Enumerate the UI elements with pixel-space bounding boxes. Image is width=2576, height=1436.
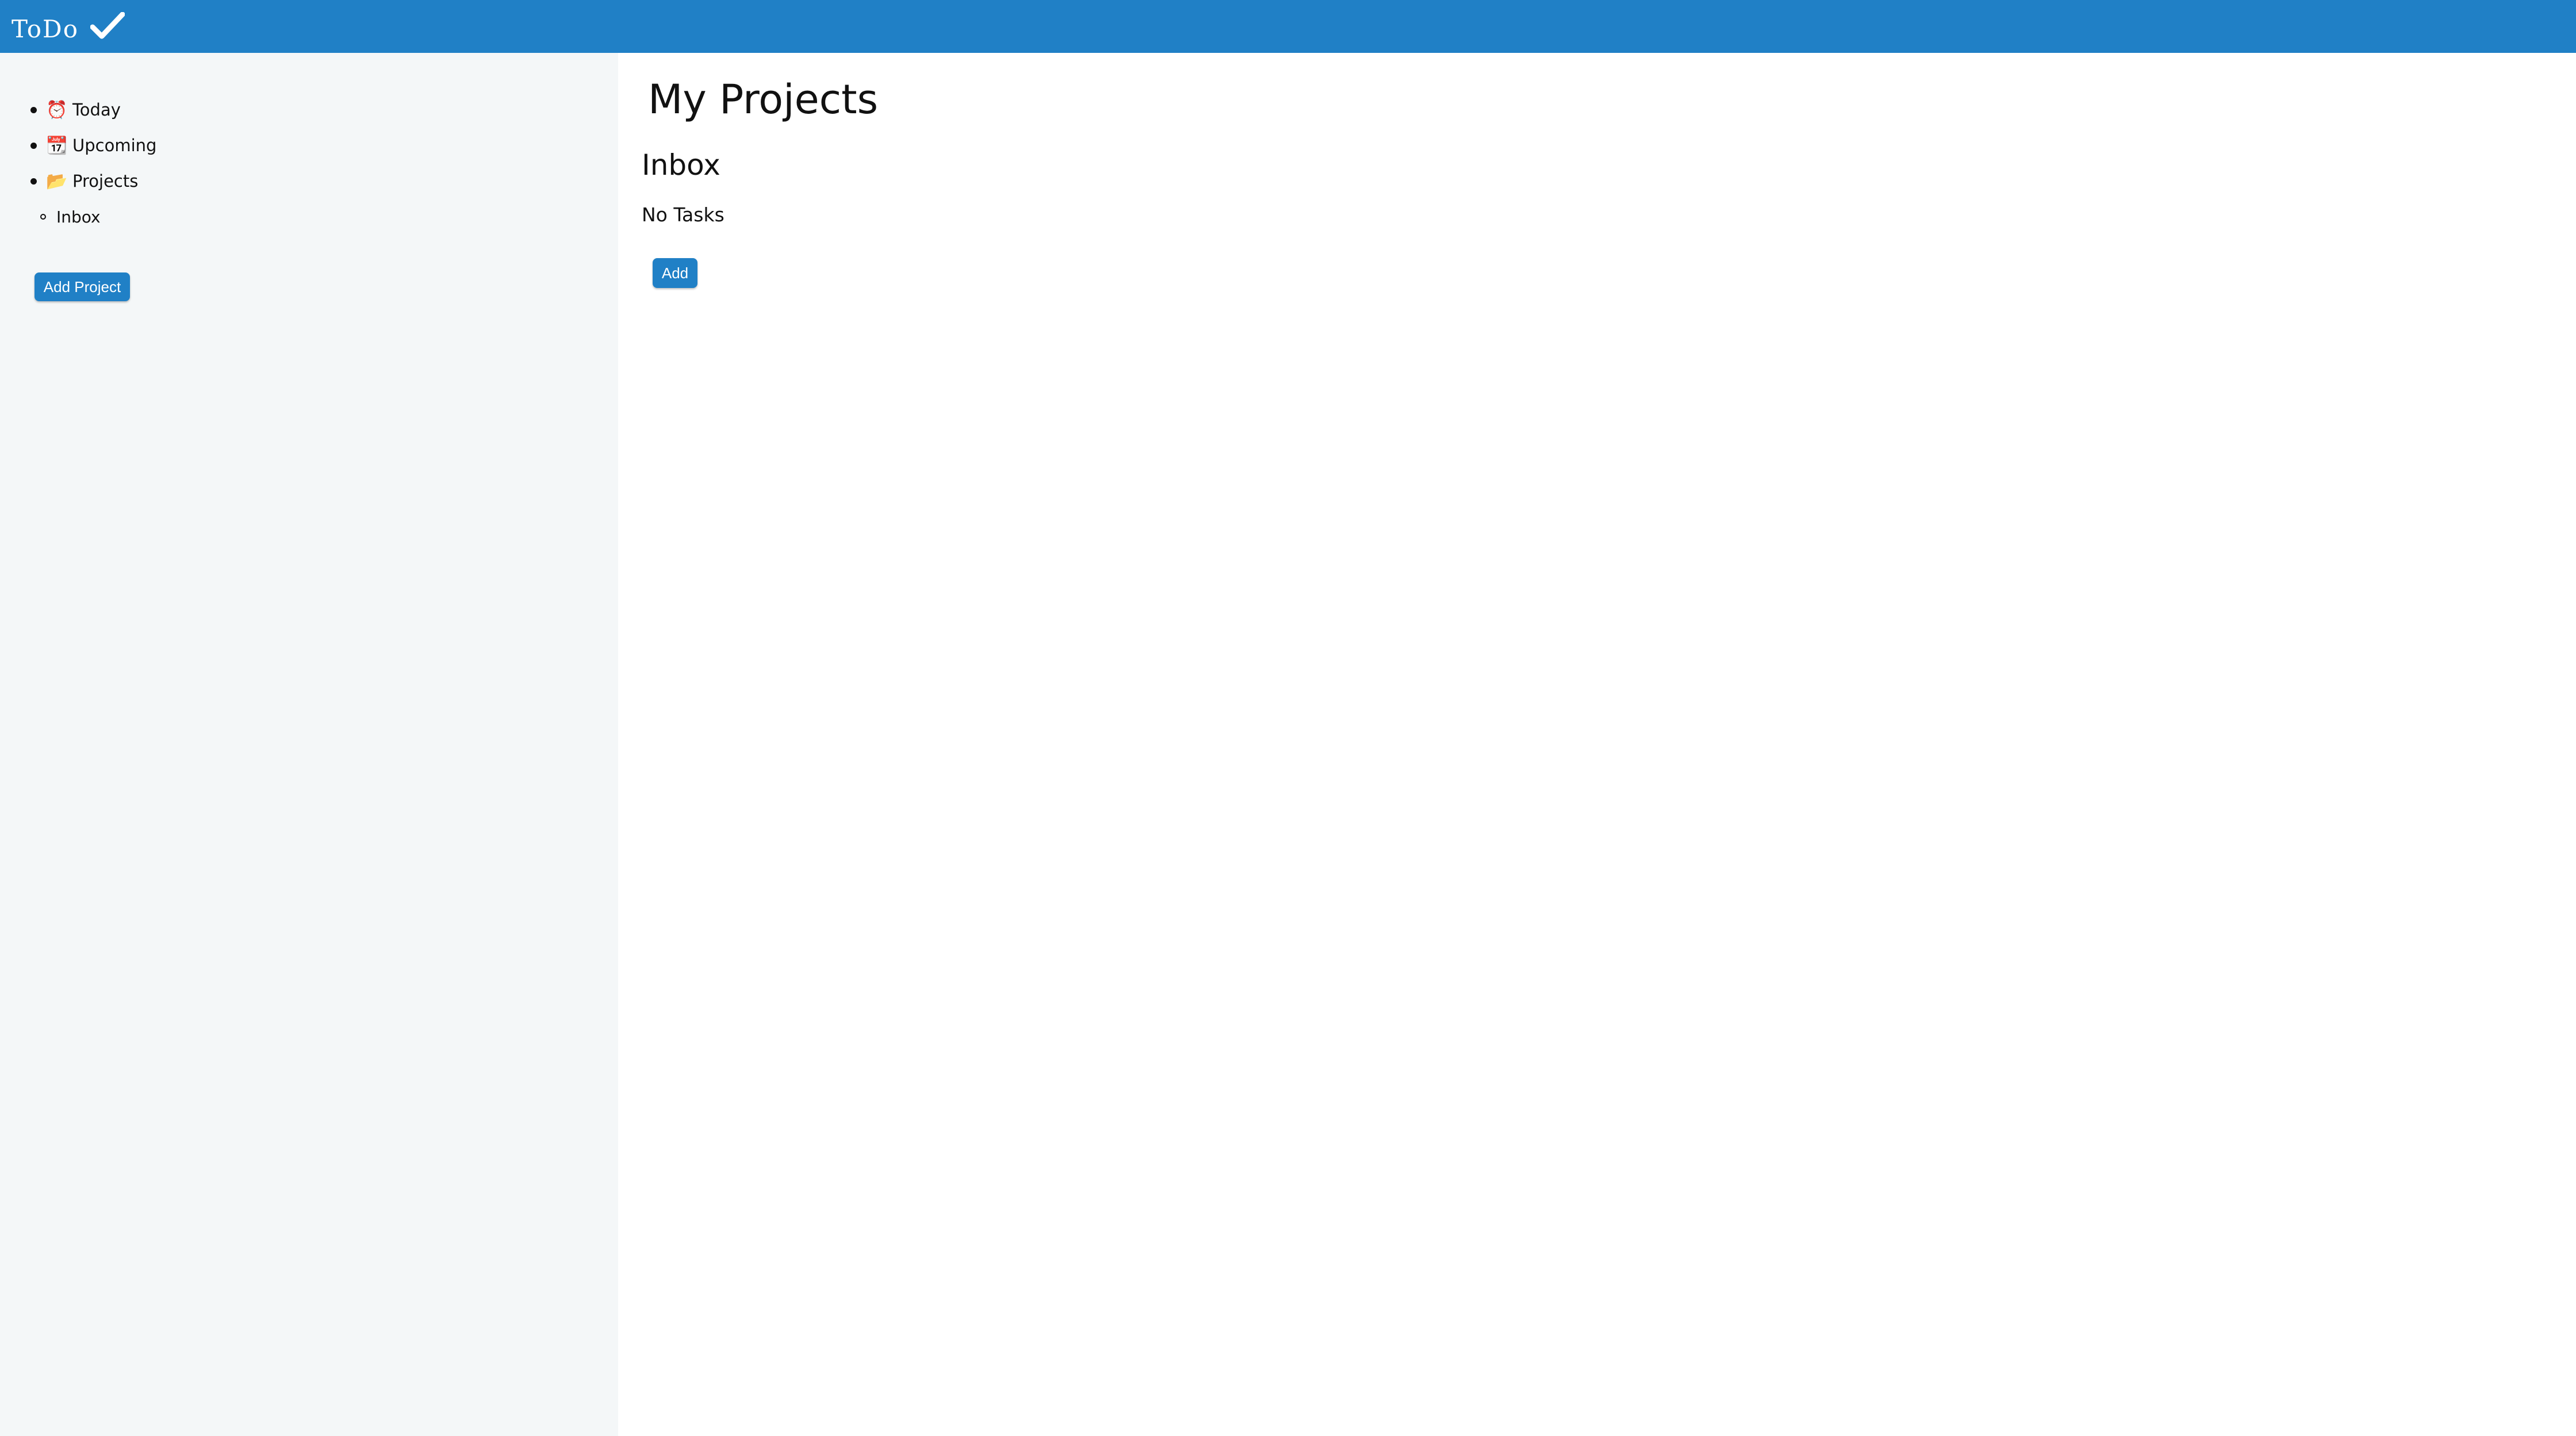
sidebar-item-label: Today [72, 100, 121, 120]
page-title: My Projects [648, 76, 879, 123]
sidebar-item-projects[interactable]: 📂 Projects [29, 163, 156, 199]
sidebar-item-label: Projects [72, 171, 139, 191]
project-title: Inbox [642, 148, 720, 182]
bullet [30, 106, 37, 113]
empty-tasks-message: No Tasks [642, 204, 724, 226]
sub-bullet [40, 214, 46, 220]
sidebar-nav: ⏰ Today 📆 Upcoming 📂 Projects Inbox [29, 92, 156, 235]
app-logo[interactable]: ToDo [12, 10, 125, 43]
add-project-button[interactable]: Add Project [34, 272, 130, 301]
alarm-clock-icon: ⏰ [46, 99, 68, 120]
app-header: ToDo [0, 0, 2576, 53]
calendar-icon: 📆 [46, 135, 68, 156]
folder-icon: 📂 [46, 171, 68, 191]
bullet [30, 142, 37, 149]
logo-text: ToDo [12, 14, 79, 43]
sidebar-item-today[interactable]: ⏰ Today [29, 92, 156, 128]
sidebar: ⏰ Today 📆 Upcoming 📂 Projects Inbox Add … [0, 53, 618, 1436]
main-content: My Projects Inbox No Tasks Add [618, 53, 2576, 1436]
checkmark-icon [90, 11, 125, 41]
projects-sublist: Inbox [29, 199, 156, 235]
project-item-inbox[interactable]: Inbox [29, 199, 156, 235]
add-task-button[interactable]: Add [653, 258, 697, 288]
sidebar-item-label: Upcoming [72, 136, 157, 155]
bullet [30, 178, 37, 185]
sidebar-item-upcoming[interactable]: 📆 Upcoming [29, 128, 156, 163]
project-item-label: Inbox [56, 207, 101, 226]
